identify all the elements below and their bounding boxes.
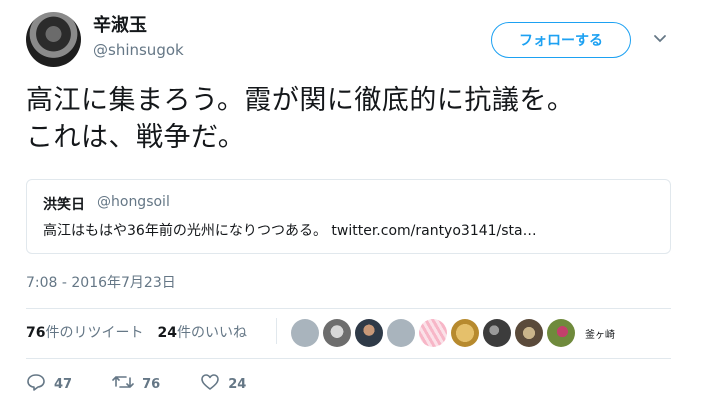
likers-avatars: 釜ヶ崎 bbox=[291, 319, 615, 347]
follow-button[interactable]: フォローする bbox=[491, 22, 631, 58]
likes-stat-label: 件のいいね bbox=[176, 325, 247, 341]
retweets-stat-label: 件のリツイート bbox=[45, 325, 144, 341]
likes-stat[interactable]: 24件のいいね bbox=[157, 322, 246, 342]
liker-avatar[interactable] bbox=[291, 319, 319, 347]
quoted-author-handle: @hongsoil bbox=[97, 194, 170, 210]
divider bbox=[26, 308, 671, 309]
reply-count: 47 bbox=[54, 376, 73, 392]
stats-separator bbox=[276, 318, 277, 344]
retweet-button[interactable]: 76 bbox=[112, 372, 160, 396]
like-button[interactable]: 24 bbox=[200, 372, 246, 396]
likes-stat-count: 24 bbox=[157, 325, 177, 341]
liker-avatar[interactable] bbox=[323, 319, 351, 347]
tweet-text-line-2: これは、戦争だ。 bbox=[26, 122, 246, 153]
liker-avatar[interactable] bbox=[387, 319, 415, 347]
retweet-count: 76 bbox=[142, 376, 161, 392]
tweet-timestamp[interactable]: 7:08 - 2016年7月23日 bbox=[26, 272, 176, 292]
like-count: 24 bbox=[228, 376, 247, 392]
liker-name[interactable]: 釜ヶ崎 bbox=[585, 326, 615, 341]
retweets-stat[interactable]: 76件のリツイート bbox=[26, 322, 143, 342]
liker-avatar[interactable] bbox=[355, 319, 383, 347]
liker-avatar[interactable] bbox=[515, 319, 543, 347]
author-handle[interactable]: @shinsugok bbox=[93, 40, 184, 60]
tweet-stats: 76件のリツイート 24件のいいね bbox=[26, 322, 247, 342]
liker-avatar[interactable] bbox=[483, 319, 511, 347]
author-display-name[interactable]: 辛淑玉 bbox=[93, 14, 147, 38]
liker-avatar[interactable] bbox=[419, 319, 447, 347]
retweets-stat-count: 76 bbox=[26, 325, 46, 341]
tweet-text-line-1: 高江に集まろう。霞が関に徹底的に抗議を。 bbox=[26, 85, 575, 116]
chevron-down-icon[interactable] bbox=[652, 30, 668, 46]
reply-icon bbox=[26, 372, 46, 396]
liker-avatar[interactable] bbox=[451, 319, 479, 347]
retweet-icon bbox=[112, 372, 134, 396]
heart-icon bbox=[200, 372, 220, 396]
tweet-actions: 47 76 24 bbox=[26, 372, 286, 396]
liker-avatar[interactable] bbox=[547, 319, 575, 347]
divider bbox=[26, 358, 671, 359]
author-avatar[interactable] bbox=[26, 12, 81, 67]
quoted-tweet-card[interactable]: 洪笑日 @hongsoil 高江はもはや36年前の光州になりつつある。 twit… bbox=[26, 179, 671, 254]
reply-button[interactable]: 47 bbox=[26, 372, 72, 396]
tweet-text: 高江に集まろう。霞が関に徹底的に抗議を。 これは、戦争だ。 bbox=[26, 82, 686, 156]
quoted-tweet-text: 高江はもはや36年前の光州になりつつある。 twitter.com/rantyo… bbox=[43, 223, 537, 239]
quoted-author-name: 洪笑日 bbox=[43, 197, 85, 213]
